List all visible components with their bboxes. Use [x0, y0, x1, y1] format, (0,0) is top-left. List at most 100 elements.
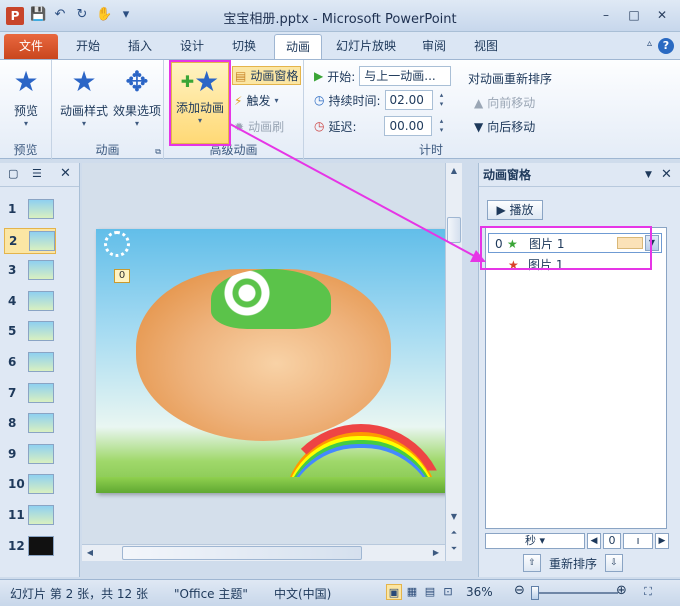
tab-home[interactable]: 开始	[66, 34, 110, 59]
theme-name[interactable]: "Office 主题"	[174, 585, 248, 602]
timeline-left-icon[interactable]: ◀	[587, 533, 601, 549]
slide-thumbnail[interactable]: 6	[4, 350, 56, 376]
start-play-icon: ▶	[314, 69, 324, 83]
window-title: 宝宝相册.pptx - Microsoft PowerPoint	[223, 12, 457, 27]
next-slide-icon[interactable]: ⏷	[446, 541, 462, 557]
slide-sorter-icon[interactable]: ▦	[404, 584, 420, 600]
thumbnail-image	[28, 474, 54, 495]
thumbnail-image	[28, 199, 54, 219]
slide-thumbnail[interactable]: 9	[4, 442, 56, 468]
slide-thumbnail[interactable]: 3	[4, 258, 56, 284]
tab-animations[interactable]: 动画	[274, 34, 322, 59]
close-icon[interactable]: ✕	[60, 166, 71, 181]
ribbon: ★ 预览 ▾ 预览 ★ 动画样式 ▾ ✥ 效果选项 ▾ 动画 ⧉ 高级动画 ✚★…	[0, 59, 680, 160]
prev-slide-icon[interactable]: ⏶	[446, 525, 462, 541]
horizontal-scroll-thumb[interactable]	[122, 546, 362, 560]
tab-transitions[interactable]: 切换	[222, 34, 266, 59]
tab-design[interactable]: 设计	[170, 34, 214, 59]
slide-thumbnail[interactable]: 1	[4, 197, 56, 223]
delay-spinner[interactable]: ▴ ▾	[436, 117, 446, 135]
zoom-out-icon[interactable]: ⊖	[514, 583, 525, 598]
language[interactable]: 中文(中国)	[274, 585, 331, 602]
pane-options-icon[interactable]: ▼	[645, 163, 652, 187]
vertical-scrollbar[interactable]: ▲ ▼ ⏶ ⏷	[445, 163, 462, 561]
tab-view[interactable]: 视图	[464, 34, 508, 59]
zoom-slider-thumb[interactable]	[531, 586, 539, 600]
thumbnail-image	[28, 443, 54, 464]
group-animation: ★ 动画样式 ▾ ✥ 效果选项 ▾ 动画 ⧉	[52, 60, 164, 160]
slide-thumbnails-pane: ▢ ☰ ✕ 1 2 3 4 5 6 7 8 9 10 11 12	[0, 163, 80, 577]
trigger-button[interactable]: ⚡ 触发 ▾	[234, 92, 278, 109]
preview-button[interactable]: ★ 预览 ▾	[4, 64, 48, 129]
scroll-left-icon[interactable]: ◀	[82, 545, 98, 561]
slide-number: 12	[8, 538, 25, 553]
move-later-label: 向后移动	[487, 120, 536, 134]
minimize-ribbon-icon[interactable]: ▵	[647, 38, 652, 54]
slides-tab-icon[interactable]: ▢	[8, 167, 18, 180]
scroll-up-icon[interactable]: ▲	[446, 163, 462, 179]
animation-pane-label: 动画窗格	[250, 69, 299, 83]
duration-input[interactable]: 02.00	[384, 90, 433, 110]
help-icon[interactable]: ?	[658, 38, 674, 54]
reading-view-icon[interactable]: ▤	[422, 584, 438, 600]
slide-thumbnail[interactable]: 7	[4, 381, 56, 407]
slide-thumbnail[interactable]: 12	[4, 534, 56, 560]
animation-pane-button[interactable]: ▤ 动画窗格	[232, 66, 302, 85]
slide-thumbnail[interactable]: 11	[4, 503, 56, 529]
trigger-label: 触发	[246, 94, 271, 108]
slide-number: 6	[8, 355, 17, 369]
slide-number: 10	[8, 477, 25, 492]
reorder-up-icon[interactable]: ⇧	[523, 554, 541, 572]
time-unit-button[interactable]: 秒 ▾	[485, 533, 585, 549]
delay-input[interactable]: 00.00	[384, 116, 433, 136]
slide-canvas: 0 ▲ ▼ ⏶ ⏷ ◀ ▶	[82, 163, 462, 561]
effect-arrows-icon: ✥	[125, 65, 149, 98]
duration-spinner[interactable]: ▴ ▾	[437, 91, 447, 109]
zoom-level[interactable]: 36%	[466, 585, 493, 599]
slide-thumbnail[interactable]: 8	[4, 411, 56, 437]
tab-file[interactable]: 文件	[4, 34, 58, 59]
star-play-icon: ★	[13, 65, 39, 98]
slide-thumbnail[interactable]: 10	[4, 472, 56, 498]
animation-pane-header: 动画窗格 ▼ ✕	[479, 163, 680, 187]
chevron-down-icon: ▾	[134, 119, 139, 128]
normal-view-icon[interactable]: ▣	[386, 584, 402, 600]
slide-thumbnail[interactable]: 4	[4, 289, 56, 315]
tab-review[interactable]: 审阅	[412, 34, 456, 59]
minimize-button[interactable]: –	[594, 6, 618, 24]
slide-thumbnail[interactable]: 2	[4, 227, 56, 254]
zoom-in-icon[interactable]: ⊕	[616, 583, 627, 598]
animation-painter-button[interactable]: ✹ 动画刷	[234, 118, 284, 135]
play-label: 播放	[509, 203, 534, 217]
delay-label: 延迟:	[328, 119, 357, 134]
zoom-slider-track[interactable]	[538, 592, 618, 594]
scroll-down-icon[interactable]: ▼	[446, 509, 462, 525]
tab-slideshow[interactable]: 幻灯片放映	[330, 34, 402, 59]
slide-thumbnail[interactable]: 5	[4, 319, 56, 345]
group-label-timing: 计时	[418, 143, 443, 157]
status-bar: 幻灯片 第 2 张，共 12 张 "Office 主题" 中文(中国) ▣ ▦ …	[0, 579, 680, 606]
slide[interactable]: 0	[96, 229, 446, 493]
tab-insert[interactable]: 插入	[118, 34, 162, 59]
move-later-button[interactable]: ▼ 向后移动	[474, 118, 535, 135]
dialog-launcher-icon[interactable]: ⧉	[155, 147, 161, 157]
slide-number: 5	[8, 324, 17, 339]
outline-tab-icon[interactable]: ☰	[32, 167, 42, 180]
animation-tag[interactable]: 0	[114, 269, 130, 283]
close-button[interactable]: ✕	[650, 6, 674, 24]
vertical-scroll-thumb[interactable]	[447, 217, 461, 243]
scroll-right-icon[interactable]: ▶	[428, 545, 444, 561]
pane-close-icon[interactable]: ✕	[661, 163, 672, 187]
fit-window-icon[interactable]: ⛶	[640, 584, 656, 600]
start-select[interactable]: 与上一动画...	[359, 66, 452, 86]
reorder-down-icon[interactable]: ⇩	[605, 554, 624, 572]
slideshow-icon[interactable]: ⊡	[440, 584, 456, 600]
timeline-right-icon[interactable]: ▶	[655, 533, 669, 549]
move-earlier-button[interactable]: ▲ 向前移动	[474, 94, 535, 111]
animation-pane-icon: ▤	[235, 68, 247, 83]
animation-styles-button[interactable]: ★ 动画样式 ▾	[58, 64, 110, 129]
maximize-button[interactable]: □	[622, 6, 646, 24]
effect-options-button[interactable]: ✥ 效果选项 ▾	[112, 64, 162, 129]
horizontal-scrollbar[interactable]: ◀ ▶	[82, 544, 445, 561]
play-button[interactable]: ▶ 播放	[487, 200, 543, 220]
